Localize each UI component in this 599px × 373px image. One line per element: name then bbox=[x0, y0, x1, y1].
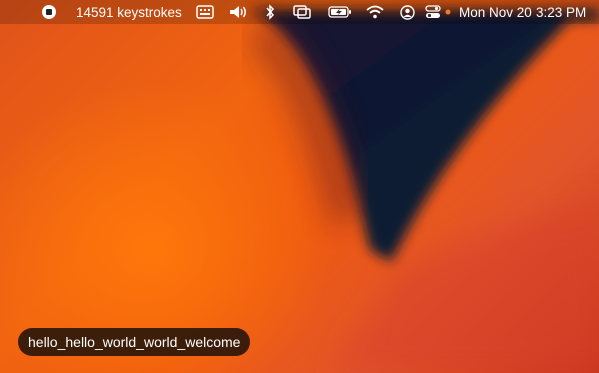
menu-bar: 14591 keystrokes Mon Nov 20 3:23 PM bbox=[0, 0, 599, 24]
record-stop-icon[interactable] bbox=[41, 0, 57, 24]
notification-indicator bbox=[445, 0, 451, 24]
screen-mirroring-icon[interactable] bbox=[293, 0, 311, 24]
control-center-icon[interactable] bbox=[425, 0, 441, 24]
bluetooth-icon[interactable] bbox=[265, 0, 275, 24]
menubar-date[interactable]: Mon Nov 20 bbox=[459, 0, 532, 24]
user-account-icon[interactable] bbox=[400, 0, 415, 24]
keystroke-overlay-text: hello_hello_world_world_welcome bbox=[28, 334, 241, 350]
keyboard-input-icon[interactable] bbox=[196, 0, 214, 24]
keystroke-overlay: hello_hello_world_world_welcome bbox=[18, 328, 251, 356]
menubar-time[interactable]: 3:23 PM bbox=[536, 0, 586, 24]
wallpaper-dark-wedge bbox=[247, 10, 599, 373]
desktop: 14591 keystrokes Mon Nov 20 3:23 PM hell… bbox=[0, 0, 599, 373]
volume-icon[interactable] bbox=[229, 0, 249, 24]
battery-charging-icon[interactable] bbox=[328, 0, 352, 24]
wifi-icon[interactable] bbox=[366, 0, 384, 24]
keystroke-counter[interactable]: 14591 keystrokes bbox=[76, 0, 182, 24]
